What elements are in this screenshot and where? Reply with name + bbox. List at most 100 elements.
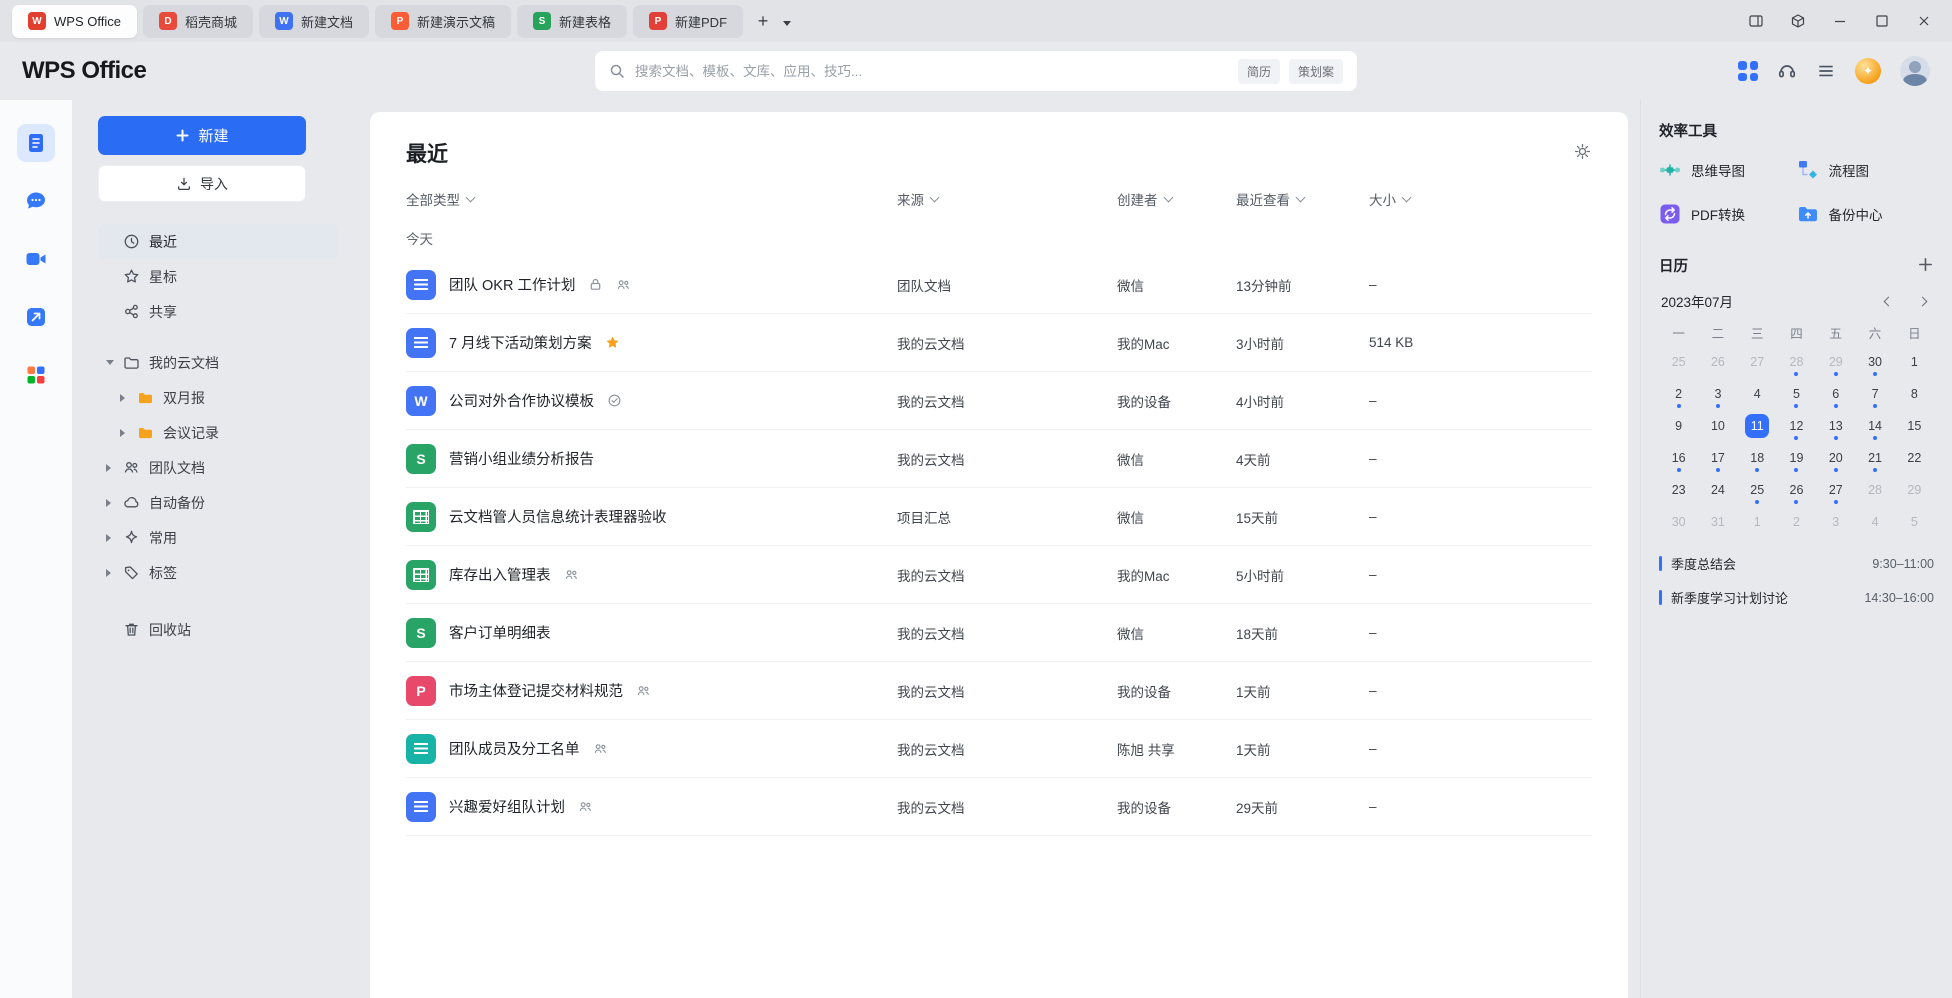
- calendar-day[interactable]: 15: [1895, 410, 1934, 442]
- support-headset-icon[interactable]: [1777, 61, 1797, 81]
- file-row[interactable]: 团队 OKR 工作计划 团队文档 微信 13分钟前 –: [406, 256, 1592, 314]
- calendar-day[interactable]: 5: [1777, 378, 1816, 410]
- calendar-day[interactable]: 27: [1738, 346, 1777, 378]
- calendar-day[interactable]: 25: [1659, 346, 1698, 378]
- calendar-day[interactable]: 18: [1738, 442, 1777, 474]
- gear-icon[interactable]: [1573, 142, 1592, 164]
- tab-list-chevron[interactable]: [777, 7, 797, 35]
- calendar-day[interactable]: 5: [1895, 506, 1934, 538]
- menu-icon[interactable]: [1816, 61, 1836, 81]
- filter-size[interactable]: 大小: [1369, 189, 1592, 209]
- tool-flowchart[interactable]: 流程图: [1797, 159, 1935, 181]
- sidebar-item-bimonthly-report[interactable]: 双月报: [98, 380, 338, 415]
- calendar-day[interactable]: 6: [1816, 378, 1855, 410]
- sidebar-item-auto-backup[interactable]: 自动备份: [98, 485, 338, 520]
- calendar-day[interactable]: 27: [1816, 474, 1855, 506]
- file-row[interactable]: 公司对外合作协议模板 我的云文档 我的设备 4小时前 –: [406, 372, 1592, 430]
- sidebar-item-trash[interactable]: 回收站: [98, 612, 338, 647]
- calendar-day[interactable]: 22: [1895, 442, 1934, 474]
- rail-cloud-service-icon[interactable]: [17, 298, 55, 336]
- tool-backup-center[interactable]: 备份中心: [1797, 203, 1935, 225]
- close-button[interactable]: [1908, 6, 1940, 36]
- search-tag-plan[interactable]: 策划案: [1289, 59, 1343, 84]
- calendar-prev-button[interactable]: [1878, 291, 1898, 311]
- file-row[interactable]: 团队成员及分工名单 我的云文档 陈旭 共享 1天前 –: [406, 720, 1592, 778]
- file-row[interactable]: 客户订单明细表 我的云文档 微信 18天前 –: [406, 604, 1592, 662]
- calendar-day[interactable]: 25: [1738, 474, 1777, 506]
- window-tab[interactable]: 新建PDF: [633, 5, 743, 38]
- window-tab[interactable]: 新建表格: [517, 5, 627, 38]
- calendar-day[interactable]: 8: [1895, 378, 1934, 410]
- new-tab-button[interactable]: +: [749, 7, 777, 35]
- minimize-button[interactable]: [1824, 6, 1856, 36]
- calendar-day[interactable]: 29: [1816, 346, 1855, 378]
- rail-documents-icon[interactable]: [17, 124, 55, 162]
- calendar-add-button[interactable]: [1917, 256, 1934, 276]
- window-tab[interactable]: WPS Office: [12, 5, 137, 38]
- calendar-day[interactable]: 2: [1659, 378, 1698, 410]
- calendar-day[interactable]: 9: [1659, 410, 1698, 442]
- calendar-day[interactable]: 3: [1816, 506, 1855, 538]
- new-document-button[interactable]: 新建: [98, 116, 306, 155]
- calendar-day[interactable]: 23: [1659, 474, 1698, 506]
- calendar-day[interactable]: 4: [1855, 506, 1894, 538]
- filter-creator[interactable]: 创建者: [1117, 189, 1236, 209]
- rail-meeting-camera-icon[interactable]: [17, 240, 55, 278]
- calendar-event[interactable]: 新季度学习计划讨论 14:30–16:00: [1659, 588, 1934, 607]
- calendar-day[interactable]: 10: [1698, 410, 1737, 442]
- calendar-day[interactable]: 24: [1698, 474, 1737, 506]
- window-tab[interactable]: 新建演示文稿: [375, 5, 511, 38]
- filter-viewed[interactable]: 最近查看: [1236, 189, 1369, 209]
- calendar-day[interactable]: 20: [1816, 442, 1855, 474]
- sidebar-item-meeting-notes[interactable]: 会议记录: [98, 415, 338, 450]
- calendar-day[interactable]: 29: [1895, 474, 1934, 506]
- member-vip-badge[interactable]: ✦: [1855, 58, 1881, 84]
- search-tag-resume[interactable]: 简历: [1238, 59, 1280, 84]
- calendar-day[interactable]: 13: [1816, 410, 1855, 442]
- calendar-day[interactable]: 30: [1659, 506, 1698, 538]
- calendar-day[interactable]: 3: [1698, 378, 1737, 410]
- file-row[interactable]: 兴趣爱好组队计划 我的云文档 我的设备 29天前 –: [406, 778, 1592, 836]
- maximize-button[interactable]: [1866, 6, 1898, 36]
- calendar-day[interactable]: 2: [1777, 506, 1816, 538]
- sidebar-item-shared[interactable]: 共享: [98, 294, 338, 329]
- calendar-day[interactable]: 21: [1855, 442, 1894, 474]
- rail-app-center-icon[interactable]: [17, 356, 55, 394]
- calendar-day[interactable]: 26: [1777, 474, 1816, 506]
- calendar-day[interactable]: 11: [1738, 410, 1777, 442]
- calendar-day[interactable]: 19: [1777, 442, 1816, 474]
- sidebar-item-frequent[interactable]: 常用: [98, 520, 338, 555]
- calendar-day[interactable]: 1: [1738, 506, 1777, 538]
- calendar-day[interactable]: 1: [1895, 346, 1934, 378]
- tool-mindmap[interactable]: 思维导图: [1659, 159, 1797, 181]
- calendar-day[interactable]: 31: [1698, 506, 1737, 538]
- filter-source[interactable]: 来源: [897, 189, 1117, 209]
- calendar-day[interactable]: 26: [1698, 346, 1737, 378]
- file-row[interactable]: 营销小组业绩分析报告 我的云文档 微信 4天前 –: [406, 430, 1592, 488]
- sidebar-item-starred[interactable]: 星标: [98, 259, 338, 294]
- apps-grid-icon[interactable]: [1738, 61, 1758, 81]
- import-button[interactable]: 导入: [98, 165, 306, 202]
- file-row[interactable]: 市场主体登记提交材料规范 我的云文档 我的设备 1天前 –: [406, 662, 1592, 720]
- calendar-day[interactable]: 30: [1855, 346, 1894, 378]
- calendar-day[interactable]: 28: [1855, 474, 1894, 506]
- calendar-day[interactable]: 16: [1659, 442, 1698, 474]
- calendar-day[interactable]: 14: [1855, 410, 1894, 442]
- file-row[interactable]: 云文档管人员信息统计表理器验收 项目汇总 微信 15天前 –: [406, 488, 1592, 546]
- sidebar-toggle-icon[interactable]: [1740, 6, 1772, 36]
- sidebar-item-team-docs[interactable]: 团队文档: [98, 450, 338, 485]
- file-row[interactable]: 7 月线下活动策划方案 我的云文档 我的Mac 3小时前 514 KB: [406, 314, 1592, 372]
- workspace-box-icon[interactable]: [1782, 6, 1814, 36]
- sidebar-item-tags[interactable]: 标签: [98, 555, 338, 590]
- calendar-event[interactable]: 季度总结会 9:30–11:00: [1659, 554, 1934, 573]
- sidebar-item-recent[interactable]: 最近: [98, 224, 338, 259]
- user-avatar[interactable]: [1900, 56, 1930, 86]
- window-tab[interactable]: 新建文档: [259, 5, 369, 38]
- calendar-next-button[interactable]: [1912, 291, 1932, 311]
- filter-type[interactable]: 全部类型: [406, 189, 897, 209]
- tool-pdf-convert[interactable]: PDF转换: [1659, 203, 1797, 225]
- rail-chat-icon[interactable]: [17, 182, 55, 220]
- calendar-day[interactable]: 28: [1777, 346, 1816, 378]
- calendar-day[interactable]: 12: [1777, 410, 1816, 442]
- search-bar[interactable]: 简历 策划案: [595, 51, 1357, 91]
